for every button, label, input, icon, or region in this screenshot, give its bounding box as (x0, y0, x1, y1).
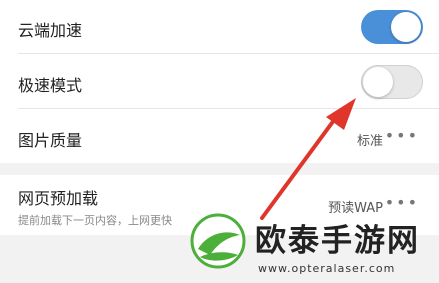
watermark-url: www.opteralaser.com (258, 262, 396, 275)
settings-screen: 云端加速 极速模式 图片质量 标准 ••• 网页预加载 提前加载下一页内容，上网… (0, 0, 439, 283)
watermark-logo (190, 213, 246, 269)
watermark-title: 欧泰手游网 (255, 223, 420, 259)
